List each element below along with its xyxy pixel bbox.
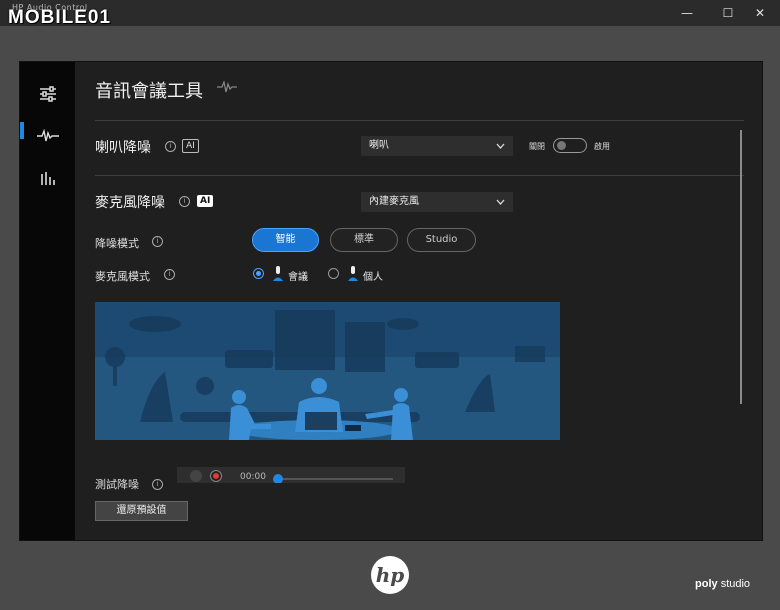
mic-mode-label: 麥克風模式	[95, 270, 150, 283]
waveform-icon	[36, 129, 59, 142]
close-button[interactable]: ✕	[745, 4, 775, 22]
speaker-device-value: 喇叭	[369, 140, 389, 151]
elapsed-time: 00:00	[240, 472, 266, 482]
mode-studio-button[interactable]: Studio	[407, 228, 476, 252]
mode-smart-button[interactable]: 智能	[252, 228, 319, 252]
main-panel: 音訊會議工具 喇叭降噪 i AI 喇叭 關閉 啟用 麥克風降噪 i AI 內建麥…	[19, 61, 763, 541]
info-icon[interactable]: i	[152, 236, 163, 247]
nav-equalizer[interactable]	[20, 158, 75, 198]
conference-illustration	[95, 302, 560, 440]
audio-player: 00:00	[177, 467, 405, 483]
info-icon[interactable]: i	[164, 269, 175, 280]
speaker-device-select[interactable]: 喇叭	[361, 136, 513, 156]
chevron-down-icon	[496, 199, 505, 205]
divider	[95, 175, 744, 176]
nav-conference-tools[interactable]	[20, 116, 75, 156]
info-icon[interactable]: i	[152, 479, 163, 490]
mic-mode-conference-label: 會議	[288, 272, 308, 283]
minimize-button[interactable]: —	[672, 4, 702, 22]
record-icon[interactable]	[210, 470, 222, 482]
speaker-nr-toggle[interactable]	[553, 138, 587, 153]
info-icon[interactable]: i	[165, 141, 176, 152]
microphone-icon	[273, 266, 283, 281]
maximize-button[interactable]: ☐	[713, 4, 743, 22]
mic-device-value: 內建麥克風	[369, 196, 419, 207]
mic-mode-personal-label: 個人	[363, 272, 383, 283]
mic-mode-conference-radio[interactable]	[253, 268, 264, 279]
waveform-icon	[217, 81, 237, 93]
mode-standard-button[interactable]: 標準	[330, 228, 398, 252]
speaker-nr-label: 喇叭降噪	[95, 140, 151, 156]
settings-sliders-icon	[39, 86, 56, 102]
scrubber-track[interactable]	[273, 478, 393, 480]
nav-settings[interactable]	[20, 74, 75, 114]
watermark: MOBILE01	[8, 7, 112, 28]
play-icon[interactable]	[190, 470, 202, 482]
test-nr-label: 測試降噪	[95, 478, 139, 491]
nr-mode-label: 降噪模式	[95, 237, 139, 250]
ai-badge: AI	[197, 195, 214, 207]
studio-wordmark: studio	[720, 578, 751, 590]
title-bar: HP Audio Control — ☐ ✕	[0, 0, 780, 26]
mic-device-select[interactable]: 內建麥克風	[361, 192, 513, 212]
mic-mode-personal-radio[interactable]	[328, 268, 339, 279]
page-title: 音訊會議工具	[95, 81, 203, 102]
reset-defaults-button[interactable]: 還原預設值	[95, 501, 188, 521]
hp-logo: hp	[371, 556, 409, 594]
toggle-on-label: 啟用	[594, 142, 610, 151]
equalizer-icon	[40, 172, 55, 185]
divider	[95, 120, 744, 121]
chevron-down-icon	[496, 143, 505, 149]
mic-nr-label: 麥克風降噪	[95, 195, 165, 211]
poly-wordmark: poly	[695, 578, 718, 590]
poly-studio-logo: poly studio	[695, 578, 750, 590]
microphone-icon	[348, 266, 358, 281]
scrollbar[interactable]	[740, 130, 742, 404]
nav-rail	[20, 62, 75, 540]
toggle-off-label: 關閉	[529, 142, 545, 151]
scrubber-handle[interactable]	[273, 474, 283, 483]
ai-badge: AI	[182, 139, 199, 153]
info-icon[interactable]: i	[179, 196, 190, 207]
